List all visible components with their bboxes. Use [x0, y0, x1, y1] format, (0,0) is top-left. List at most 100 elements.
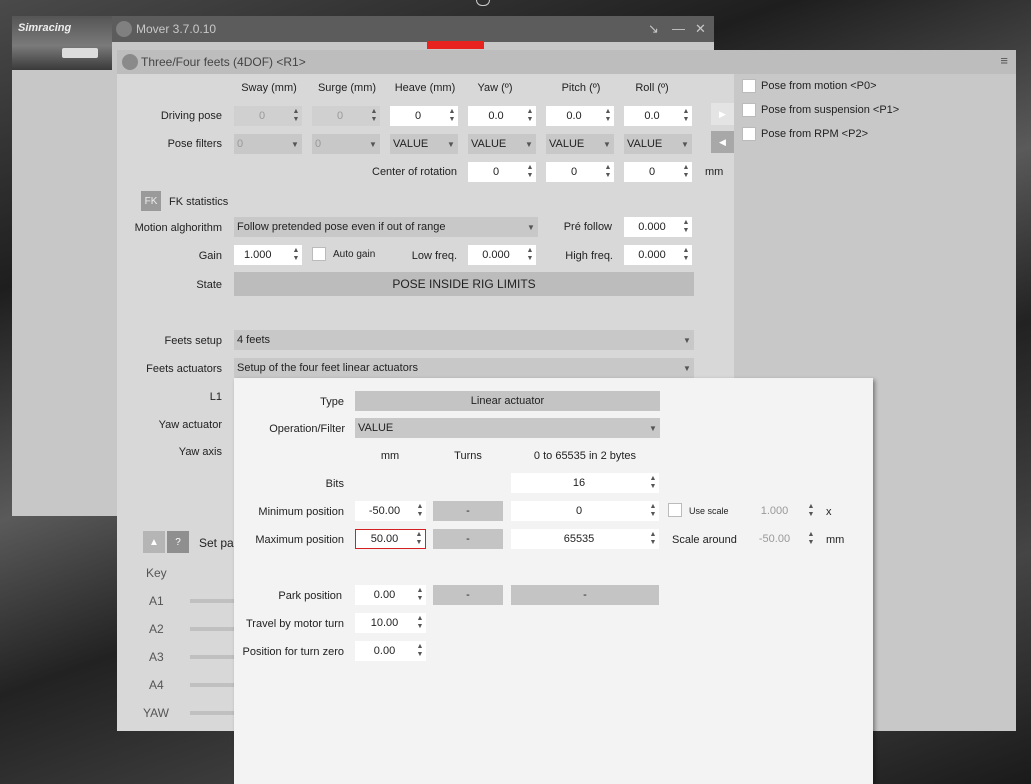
feets-actuators-select[interactable]: Setup of the four feet linear actuators ▼	[234, 358, 694, 378]
use-scale-checkbox[interactable]	[668, 503, 682, 517]
center-unit: mm	[705, 166, 724, 178]
max-raw-input[interactable]: 65535 ▲ ▼	[511, 529, 659, 549]
state-indicator: POSE INSIDE RIG LIMITS	[234, 272, 694, 296]
scale-input[interactable]: 1.000 ▲ ▼	[744, 501, 817, 521]
thumbnail-logo: Simracing	[18, 22, 72, 34]
center-y-input[interactable]: 0 ▲ ▼	[546, 162, 614, 182]
feets-setup-label: Feets setup	[164, 335, 222, 347]
bits-label: Bits	[325, 478, 344, 490]
pose-rpm-label: Pose from RPM <P2>	[761, 128, 868, 140]
menu-icon[interactable]: ≡	[1000, 53, 1008, 68]
red-indicator	[427, 41, 484, 49]
park-turns-value: -	[433, 585, 503, 605]
key-a3: A3	[149, 650, 164, 664]
key-a4: A4	[149, 678, 164, 692]
low-freq-label: Low freq.	[411, 250, 457, 262]
col-heave: Heave (mm)	[394, 82, 456, 94]
fk-badge[interactable]: FK	[141, 191, 161, 211]
help-button[interactable]: ?	[167, 531, 189, 553]
use-scale-label: Use scale	[689, 506, 729, 516]
min-turns-value: -	[433, 501, 503, 521]
prefollow-label: Pré follow	[563, 221, 612, 233]
driving-pose-label: Driving pose	[160, 110, 222, 122]
a1-bar	[190, 599, 234, 603]
main-window-title: Three/Four feets (4DOF) <R1>	[141, 55, 306, 69]
back-window-titlebar: Mover 3.7.0.10 ↘ — ✕	[12, 16, 714, 42]
pose-suspension-checkbox[interactable]	[742, 103, 756, 117]
operation-filter-label: Operation/Filter	[269, 423, 345, 435]
col-turns: Turns	[454, 450, 482, 462]
feets-actuators-label: Feets actuators	[146, 363, 222, 375]
operation-filter-select[interactable]: VALUE ▼	[355, 418, 660, 438]
a3-bar	[190, 655, 234, 659]
surge-input[interactable]: 0 ▲ ▼	[312, 106, 380, 126]
center-rotation-label: Center of rotation	[372, 166, 457, 178]
sway-input[interactable]: 0 ▲ ▼	[234, 106, 302, 126]
type-value: Linear actuator	[355, 391, 660, 411]
min-mm-input[interactable]: -50.00 ▲ ▼	[355, 501, 426, 521]
actuator-config-popup: Type Linear actuator Operation/Filter VA…	[234, 378, 873, 784]
key-header: Key	[146, 566, 167, 580]
col-surge: Surge (mm)	[317, 82, 377, 94]
max-position-label: Maximum position	[255, 534, 344, 546]
travel-label: Travel by motor turn	[245, 618, 344, 630]
key-a2: A2	[149, 622, 164, 636]
park-position-label: Park position	[278, 590, 342, 602]
a2-bar	[190, 627, 234, 631]
col-pitch: Pitch (º)	[561, 82, 601, 94]
key-yaw: YAW	[143, 706, 169, 720]
a4-bar	[190, 683, 234, 687]
game-thumbnail: Simracing	[12, 16, 112, 70]
roll-filter-select[interactable]: VALUE ▼	[624, 134, 692, 154]
max-mm-input[interactable]: 50.00 ▲ ▼	[355, 529, 426, 549]
bits-input[interactable]: 16 ▲ ▼	[511, 473, 659, 493]
yaw-filter-select[interactable]: VALUE ▼	[468, 134, 536, 154]
col-bytes: 0 to 65535 in 2 bytes	[533, 450, 637, 462]
pose-rpm-checkbox[interactable]	[742, 127, 756, 141]
yaw-axis-label: Yaw axis	[178, 446, 222, 458]
type-label: Type	[320, 396, 344, 408]
col-roll: Roll (º)	[635, 82, 669, 94]
max-turns-value: -	[433, 529, 503, 549]
l1-label: L1	[209, 391, 222, 403]
auto-gain-checkbox[interactable]	[312, 247, 326, 261]
next-arrow-button[interactable]: ▶	[711, 103, 734, 125]
pose-filters-label: Pose filters	[167, 138, 222, 150]
park-mm-input[interactable]: 0.00 ▲ ▼	[355, 585, 426, 605]
sway-filter-select[interactable]: 0 ▼	[234, 134, 302, 154]
heave-input[interactable]: 0 ▲ ▼	[390, 106, 458, 126]
prefollow-input[interactable]: 0.000 ▲ ▼	[624, 217, 692, 237]
heave-filter-select[interactable]: VALUE ▼	[390, 134, 458, 154]
minimize-button[interactable]: —	[672, 21, 685, 36]
center-z-input[interactable]: 0 ▲ ▼	[624, 162, 692, 182]
pose-motion-checkbox[interactable]	[742, 79, 756, 93]
travel-input[interactable]: 10.00 ▲ ▼	[355, 613, 426, 633]
scale-around-input[interactable]: -50.00 ▲ ▼	[744, 529, 817, 549]
pitch-filter-select[interactable]: VALUE ▼	[546, 134, 614, 154]
main-window-titlebar: Three/Four feets (4DOF) <R1> ≡	[117, 50, 1016, 74]
pitch-input[interactable]: 0.0 ▲ ▼	[546, 106, 614, 126]
roll-input[interactable]: 0.0 ▲ ▼	[624, 106, 692, 126]
turn-zero-input[interactable]: 0.00 ▲ ▼	[355, 641, 426, 661]
set-par-label: Set par	[199, 536, 238, 550]
high-freq-input[interactable]: 0.000 ▲ ▼	[624, 245, 692, 265]
collapse-arrow-button[interactable]: ◀	[711, 131, 734, 153]
restore-icon[interactable]: ↘	[648, 21, 659, 37]
surge-filter-select[interactable]: 0 ▼	[312, 134, 380, 154]
scale-around-label: Scale around	[672, 534, 737, 546]
yaw-input[interactable]: 0.0 ▲ ▼	[468, 106, 536, 126]
car-image	[62, 48, 98, 58]
min-position-label: Minimum position	[258, 506, 344, 518]
gain-input[interactable]: 1.000 ▲ ▼	[234, 245, 302, 265]
col-yaw: Yaw (º)	[477, 82, 513, 94]
motion-algorithm-select[interactable]: Follow pretended pose even if out of ran…	[234, 217, 538, 237]
app-icon	[116, 21, 132, 37]
up-arrow-button[interactable]: ▲	[143, 531, 165, 553]
center-x-input[interactable]: 0 ▲ ▼	[468, 162, 536, 182]
low-freq-input[interactable]: 0.000 ▲ ▼	[468, 245, 536, 265]
min-raw-input[interactable]: 0 ▲ ▼	[511, 501, 659, 521]
col-mm: mm	[380, 450, 400, 462]
feets-setup-select[interactable]: 4 feets ▼	[234, 330, 694, 350]
motion-algorithm-label: Motion alghorithm	[134, 222, 222, 234]
close-button[interactable]: ✕	[695, 21, 706, 37]
